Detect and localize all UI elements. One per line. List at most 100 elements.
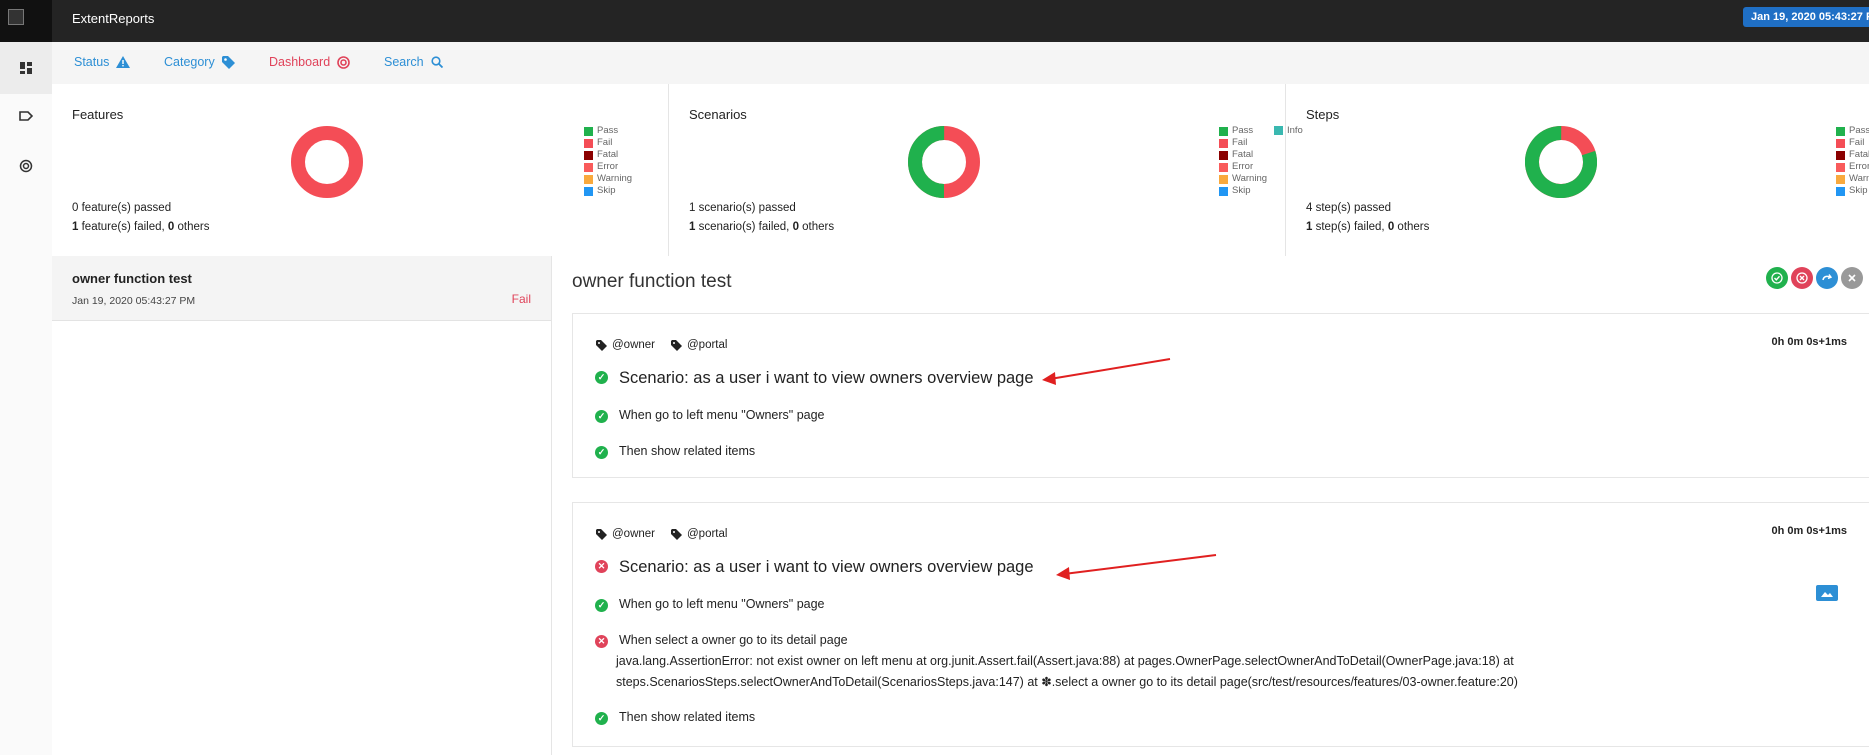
chart-legend: Pass Fail Fatal Error Warning Skip: [1219, 125, 1267, 197]
check-icon: [1771, 272, 1783, 284]
nav-category[interactable]: Category: [164, 55, 236, 69]
search-icon: [431, 56, 443, 68]
legend-fail: Fail: [1836, 137, 1869, 149]
filter-fail-button[interactable]: [1791, 267, 1813, 289]
scenario-duration: 0h 0m 0s+1ms: [1771, 525, 1847, 537]
annotation-arrow: [1042, 358, 1171, 385]
legend-warning: Warning: [1219, 173, 1267, 185]
test-list: owner function test Jan 19, 2020 05:43:2…: [52, 256, 552, 755]
fail-icon: ✕: [595, 635, 608, 648]
tag-icon: [671, 339, 682, 351]
pass-icon: ✓: [595, 599, 608, 612]
target-icon: [19, 159, 33, 173]
top-bar: ExtentReports Jan 19, 2020 05:43:27 PM: [0, 0, 1869, 42]
dashboard-icon: [20, 62, 32, 74]
screenshot-button[interactable]: [1816, 585, 1838, 601]
nav-search[interactable]: Search: [384, 55, 443, 69]
panel-title: Scenarios: [689, 107, 747, 122]
steps-donut-chart: [1525, 126, 1597, 198]
filter-skip-button[interactable]: [1816, 267, 1838, 289]
donut-fail-arc: [291, 126, 363, 198]
filter-pass-button[interactable]: [1766, 267, 1788, 289]
scenario-card: @owner @portal 0h 0m 0s+1ms ✓ Scenario: …: [572, 313, 1869, 478]
legend-skip: Skip: [1219, 185, 1267, 197]
legend-warning: Warning: [584, 173, 632, 185]
scenario-card: @owner @portal 0h 0m 0s+1ms ✕ Scenario: …: [572, 502, 1869, 747]
nav-status-label: Status: [74, 55, 110, 69]
passed-summary: 1 scenario(s) passed: [689, 202, 796, 214]
annotation-arrow: [1056, 554, 1217, 580]
nav-search-label: Search: [384, 55, 424, 69]
report-date-badge: Jan 19, 2020 05:43:27 PM: [1743, 7, 1869, 27]
scenario-title: Scenario: as a user i want to view owner…: [619, 369, 1034, 387]
clear-filter-button[interactable]: [1841, 267, 1863, 289]
step-text: Then show related items: [619, 444, 756, 458]
legend-fatal: Fatal: [584, 149, 632, 161]
scenario-tags: @owner @portal: [596, 339, 727, 351]
step-row: ✓ When go to left menu "Owners" page: [595, 408, 825, 423]
passed-summary: 0 feature(s) passed: [72, 202, 172, 214]
close-icon: [1848, 274, 1856, 282]
tag-icon: [596, 528, 607, 540]
tag: @portal: [671, 339, 727, 351]
error-stacktrace: java.lang.AssertionError: not exist owne…: [616, 651, 1518, 693]
pass-icon: ✓: [595, 712, 608, 725]
step-text: When go to left menu "Owners" page: [619, 597, 825, 611]
test-detail: owner function test @owner @portal 0h 0m…: [552, 256, 1869, 755]
legend-pass: Pass: [1836, 125, 1869, 137]
scenarios-donut-chart: [908, 126, 980, 198]
failed-summary: 1 scenario(s) failed, 0 others: [689, 221, 835, 233]
failed-summary: 1 step(s) failed, 0 others: [1306, 221, 1430, 233]
rail-exceptions[interactable]: [0, 140, 52, 192]
detail-title: owner function test: [572, 271, 732, 292]
nav-status[interactable]: Status: [74, 55, 131, 69]
scenario-header[interactable]: ✕ Scenario: as a user i want to view own…: [595, 558, 1034, 577]
scenarios-panel: Scenarios Pass Fail Fatal Error Warning …: [669, 84, 1303, 256]
step-row: ✓ Then show related items: [595, 710, 755, 725]
redo-icon: [1822, 274, 1833, 281]
legend-skip: Skip: [1836, 185, 1869, 197]
target-icon: [337, 55, 350, 69]
features-panel: Features Pass Fail Fatal Error Warning S…: [52, 84, 669, 256]
rail-tags[interactable]: [0, 90, 52, 142]
nav-dashboard[interactable]: Dashboard: [269, 55, 350, 69]
tag-icon: [671, 528, 682, 540]
passed-summary: 4 step(s) passed: [1306, 202, 1392, 214]
step-text: Then show related items: [619, 710, 756, 724]
tag-icon: [19, 111, 33, 121]
scenario-header[interactable]: ✓ Scenario: as a user i want to view own…: [595, 369, 1034, 388]
pass-icon: ✓: [595, 446, 608, 459]
legend-error: Error: [1836, 161, 1869, 173]
test-name: owner function test: [72, 271, 192, 286]
legend-pass: Pass: [1219, 125, 1267, 137]
nav-bar: Status Category Dashboard Search: [52, 42, 1869, 85]
test-time: Jan 19, 2020 05:43:27 PM: [72, 295, 196, 307]
legend-pass: Pass: [584, 125, 632, 137]
app-title: ExtentReports: [72, 11, 155, 26]
scenario-title: Scenario: as a user i want to view owner…: [619, 558, 1034, 576]
error-line: steps.ScenariosSteps.selectOwnerAndToDet…: [616, 675, 1518, 689]
rail-dashboard[interactable]: [0, 42, 52, 94]
dashboard-summary: Features Pass Fail Fatal Error Warning S…: [52, 84, 1869, 257]
legend-fatal: Fatal: [1836, 149, 1869, 161]
step-row: ✕ When select a owner go to its detail p…: [595, 633, 848, 648]
tag: @portal: [671, 528, 727, 540]
tag-icon: [596, 339, 607, 351]
legend-warning: Warning: [1836, 173, 1869, 185]
test-list-item[interactable]: owner function test Jan 19, 2020 05:43:2…: [52, 256, 551, 321]
nav-dashboard-label: Dashboard: [269, 55, 331, 69]
pass-icon: ✓: [595, 371, 608, 384]
legend-skip: Skip: [584, 185, 632, 197]
chart-legend: Pass Fail Fatal Error Warning Skip: [1836, 125, 1869, 197]
tag-icon: [221, 55, 235, 69]
step-text: When go to left menu "Owners" page: [619, 408, 825, 422]
scenario-tags: @owner @portal: [596, 528, 727, 540]
features-donut-chart: [291, 126, 363, 198]
broken-image-icon: [8, 9, 24, 25]
warning-icon: [116, 56, 131, 68]
legend-fail: Fail: [584, 137, 632, 149]
nav-category-label: Category: [164, 55, 215, 69]
panel-title: Steps: [1306, 107, 1340, 122]
test-status-badge: Fail: [511, 292, 531, 306]
step-text: When select a owner go to its detail pag…: [619, 633, 848, 647]
